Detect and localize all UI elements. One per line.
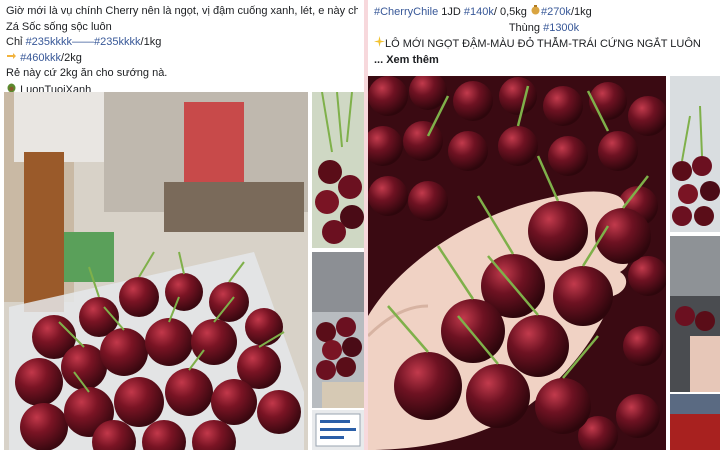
right-post-text: #CherryChile 1JD #140k/ 0,5kg #270k/1kg … [368, 0, 720, 72]
money-bag-icon [530, 4, 541, 21]
right-post-headline: LÔ MỚI NGỌT ĐẬM-MÀU ĐỎ THẪM-TRÁI CỨNG NG… [385, 38, 701, 51]
price-unit: /1kg [140, 36, 162, 49]
hashtag-270k[interactable]: #270k [541, 6, 571, 18]
left-post-card: Giờ mới là vụ chính Cherry nên là ngọt, … [0, 0, 364, 450]
hashtag-235k-2[interactable]: #235kkkk [94, 36, 140, 48]
unit-half-kg: / 0,5kg [493, 6, 530, 18]
hashtag-460k[interactable]: #460kkk [20, 52, 61, 64]
left-post-text: Giờ mới là vụ chính Cherry nên là ngọt, … [0, 0, 364, 103]
hashtag-235k-1[interactable]: #235kkkk [26, 36, 72, 48]
thumbnail-4[interactable] [670, 76, 720, 232]
hashtag-cherrychile[interactable]: #CherryChile [374, 6, 438, 18]
right-post-line-4: ... Xem thêm [374, 53, 714, 69]
brand-1jd: 1JD [438, 6, 464, 18]
thumbnail-5[interactable] [670, 236, 720, 392]
right-post-line-2: Thùng #1300k [374, 21, 714, 37]
cherry-box-photo[interactable] [4, 92, 308, 450]
hashtag-140k[interactable]: #140k [464, 6, 494, 18]
right-post-card: #CherryChile 1JD #140k/ 0,5kg #270k/1kg … [368, 0, 720, 450]
thumbnail-6[interactable] [670, 394, 720, 450]
thumbnail-1[interactable] [312, 92, 364, 248]
cherries-in-hand-photo[interactable] [368, 76, 666, 450]
see-more-link[interactable]: ... Xem thêm [374, 54, 439, 66]
thumbnail-3[interactable] [312, 410, 364, 450]
price-prefix: Chỉ [6, 36, 26, 49]
thumbnail-2[interactable] [312, 252, 364, 408]
price-unit-2kg: /2kg [61, 51, 82, 64]
left-post-line-5: Rẻ này cứ 2kg ăn cho sướng nà. [6, 67, 168, 80]
left-post-line-4: #460kkk/2kg [6, 51, 358, 67]
right-post-line-1: #CherryChile 1JD #140k/ 0,5kg #270k/1kg [374, 4, 714, 21]
separator: —— [72, 36, 95, 49]
hashtag-1300k[interactable]: #1300k [543, 22, 579, 34]
left-post-line-1: Giờ mới là vụ chính Cherry nên là ngọt, … [6, 5, 358, 17]
point-right-icon [6, 51, 17, 67]
box-label: Thùng [508, 21, 544, 34]
unit-1kg: /1kg [570, 6, 592, 18]
right-post-line-3: LÔ MỚI NGỌT ĐẬM-MÀU ĐỎ THẪM-TRÁI CỨNG NG… [374, 36, 714, 53]
left-post-line-2: Zá Sốc sống sộc luôn [6, 20, 112, 33]
sparkles-icon [374, 36, 385, 53]
left-post-line-3: Chỉ #235kkkk——#235kkkk/1kg [6, 35, 358, 51]
